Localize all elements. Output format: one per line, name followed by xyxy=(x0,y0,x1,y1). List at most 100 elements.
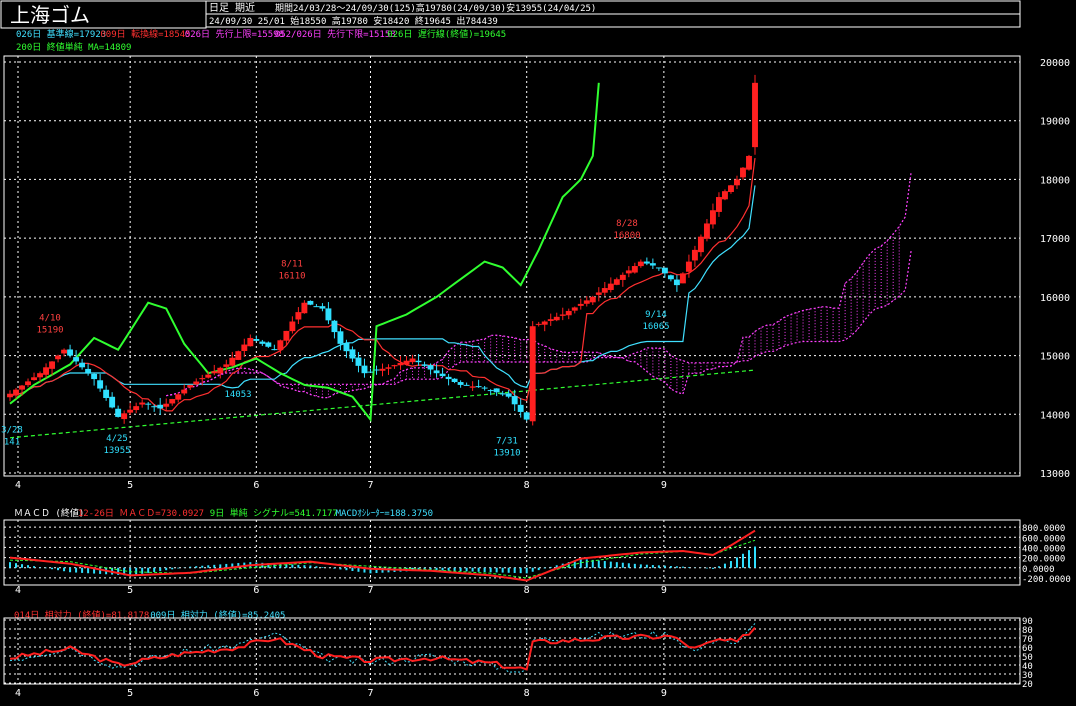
candle-body xyxy=(145,403,152,405)
candle-body xyxy=(115,408,122,417)
legend-item: 052/026日 先行下限=15153 xyxy=(275,28,396,40)
candle-body xyxy=(211,371,218,374)
candle-body xyxy=(277,340,284,351)
date-tick-label: 4 xyxy=(15,585,21,596)
chart-title: 上海ゴム xyxy=(10,3,90,27)
date-tick-label: 7 xyxy=(367,688,373,699)
candle-body xyxy=(25,381,31,386)
candle-body xyxy=(289,321,296,332)
macd-tick-label: 600.0000 xyxy=(1022,534,1065,544)
candle-body xyxy=(613,279,620,285)
rsi-tick-label: 20 xyxy=(1022,680,1033,690)
candle-body xyxy=(625,270,632,274)
candle-body xyxy=(247,337,254,347)
rsi-legend: 014日 相対力 (終値)=81.8178 009日 相対力 (終値)=85.24… xyxy=(14,609,285,621)
macd-legend: ＭＡＣＤ (終値)12-26日 ＭＡＣＤ=730.0927 9日 単純 シグナル=… xyxy=(14,507,433,519)
candle-body xyxy=(187,384,194,388)
candle-body xyxy=(271,349,278,351)
candle-body xyxy=(151,406,158,408)
candle-body xyxy=(337,331,344,344)
candle-body xyxy=(385,367,392,369)
candle-body xyxy=(445,376,452,380)
annotation-value: 13955 xyxy=(103,446,130,456)
macd-legend-item: MACDｵｼﾚｰﾀｰ=188.3750 xyxy=(336,508,433,519)
candle-body xyxy=(121,413,128,420)
date-tick-label: 7 xyxy=(367,585,373,596)
candle-body xyxy=(583,300,590,304)
candle-body xyxy=(283,330,290,341)
legend-item: 026日 遅行線(終値)=19645 xyxy=(387,28,506,40)
candle-body xyxy=(43,367,49,375)
candle-body xyxy=(451,378,458,382)
date-tick-label: 9 xyxy=(661,480,667,491)
candle-body xyxy=(655,267,662,269)
candle-body xyxy=(259,341,266,344)
candle-body xyxy=(73,357,80,362)
candle-body xyxy=(661,267,668,274)
macd-legend-item: 9日 単純 シグナル=541.7177 xyxy=(210,507,338,519)
candle-body xyxy=(685,261,692,272)
candle-body xyxy=(163,403,170,407)
candle-body xyxy=(649,263,656,266)
legend-item: 009日 転換線=18545 xyxy=(100,28,190,40)
annotation-value: 13910 xyxy=(493,449,520,459)
annotation-value: 14053 xyxy=(224,390,251,400)
latest-info: 24/09/30 25/01 始18550 高19780 安18420 終196… xyxy=(209,15,498,27)
candle-body xyxy=(511,396,518,405)
price-tick-label: 13000 xyxy=(1040,469,1070,480)
main-legend-2: 200日 終値単純 MA=14809 xyxy=(16,41,131,53)
candle-body xyxy=(493,388,500,393)
candle-body xyxy=(13,389,19,396)
candle-body xyxy=(175,394,182,400)
candle-body xyxy=(523,412,530,420)
chart-mode: 日足 期近 xyxy=(209,1,255,14)
rsi-legend-item: 014日 相対力 (終値)=81.8178 xyxy=(14,609,149,621)
candle-body xyxy=(577,303,584,306)
date-tick-label: 5 xyxy=(127,688,133,699)
price-tick-label: 16000 xyxy=(1040,293,1070,304)
candle-body xyxy=(475,386,482,388)
candle-body xyxy=(734,179,740,186)
candle-body xyxy=(361,365,368,374)
price-tick-label: 15000 xyxy=(1040,352,1070,363)
date-tick-label: 4 xyxy=(15,480,21,491)
date-tick-label: 8 xyxy=(524,585,530,596)
macd-tick-label: 0.0000 xyxy=(1022,565,1055,575)
annotation-date: 7/31 xyxy=(496,437,518,447)
candle-body xyxy=(229,357,236,366)
candle-body xyxy=(589,296,596,303)
candle-body xyxy=(667,275,674,280)
candle-body xyxy=(241,344,248,351)
date-tick-label: 8 xyxy=(524,480,530,491)
date-tick-label: 6 xyxy=(253,688,259,699)
date-tick-label: 9 xyxy=(661,585,667,596)
candle-body xyxy=(517,404,524,412)
legend-item: 200日 終値単純 MA=14809 xyxy=(16,41,131,53)
candle-body xyxy=(529,326,536,422)
candle-body xyxy=(67,349,74,356)
rsi-axis: 9080706050403020 xyxy=(1022,617,1033,690)
candle-body xyxy=(301,302,308,314)
annotation-date: 4/25 xyxy=(106,434,128,444)
candle-body xyxy=(691,249,698,261)
candle-body xyxy=(673,279,680,286)
candle-body xyxy=(373,369,380,371)
candle-body xyxy=(740,167,746,178)
candle-body xyxy=(97,380,104,389)
candle-body xyxy=(331,320,338,333)
macd-tick-label: 200.0000 xyxy=(1022,555,1065,565)
macd-tick-label: -200.0000 xyxy=(1022,575,1071,585)
candle-body xyxy=(169,399,176,404)
candle-body xyxy=(349,349,356,359)
candle-body xyxy=(481,387,488,389)
candle-body xyxy=(205,374,212,378)
annotation-date: 3/28 xyxy=(1,425,23,435)
candle-body xyxy=(619,274,626,280)
candle-body xyxy=(601,288,608,293)
candle-body xyxy=(313,306,320,308)
candle-body xyxy=(79,362,86,368)
date-tick-label: 7 xyxy=(367,480,373,491)
annotation-value: 15190 xyxy=(36,325,63,335)
candle-body xyxy=(199,378,206,380)
candle-body xyxy=(752,82,758,148)
